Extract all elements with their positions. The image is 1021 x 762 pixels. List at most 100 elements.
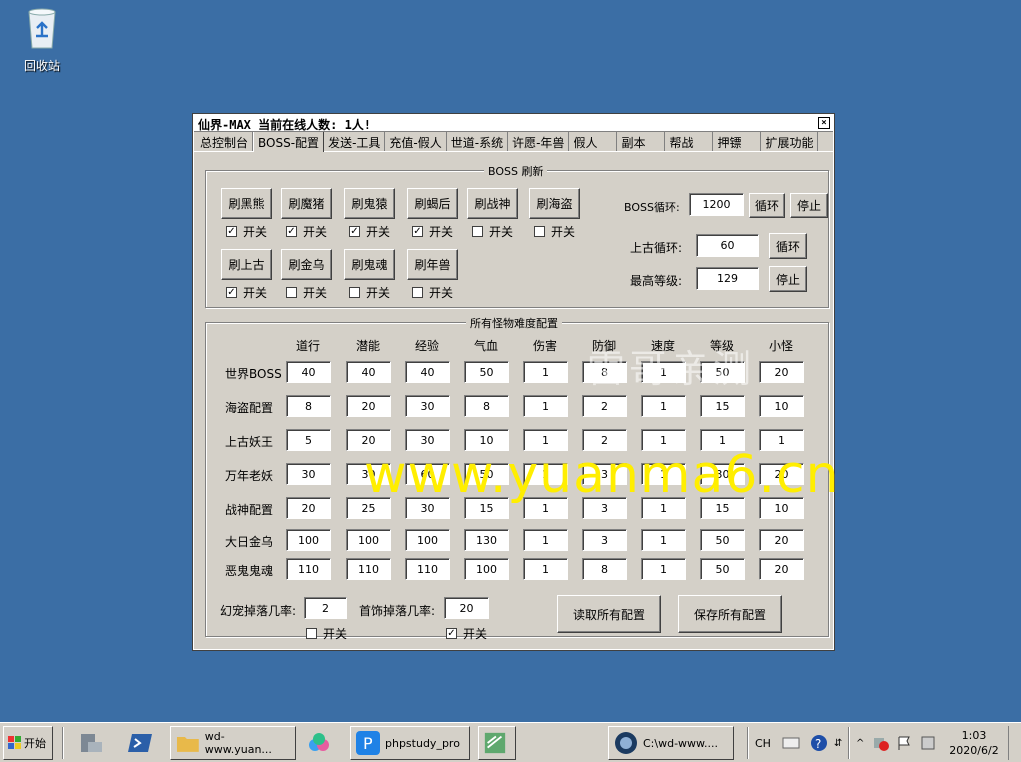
- difficulty-cell-input[interactable]: 20: [346, 395, 391, 417]
- tab-send-tools[interactable]: 发送-工具: [324, 132, 386, 151]
- show-desktop-button[interactable]: [1008, 726, 1018, 760]
- black-bear-toggle[interactable]: ✓ 开关: [226, 223, 267, 240]
- tab-wish-beast[interactable]: 许愿-年兽: [508, 132, 570, 151]
- tab-console[interactable]: 总控制台: [196, 132, 254, 151]
- difficulty-cell-input[interactable]: 2: [582, 395, 627, 417]
- difficulty-cell-input[interactable]: 10: [759, 395, 804, 417]
- spawn-year-beast-button[interactable]: 刷年兽: [407, 249, 458, 280]
- tab-dungeon[interactable]: 副本: [617, 132, 666, 151]
- pirate-toggle[interactable]: 开关: [534, 223, 575, 240]
- spawn-ghost-soul-button[interactable]: 刷鬼魂: [344, 249, 395, 280]
- spawn-demon-pig-button[interactable]: 刷魔猪: [281, 188, 332, 219]
- difficulty-cell-input[interactable]: 100: [346, 529, 391, 551]
- difficulty-cell-input[interactable]: 20: [759, 529, 804, 551]
- spawn-golden-crow-button[interactable]: 刷金乌: [281, 249, 332, 280]
- spawn-ghost-ape-button[interactable]: 刷鬼猿: [344, 188, 395, 219]
- spawn-pirate-button[interactable]: 刷海盗: [529, 188, 580, 219]
- golden-crow-toggle[interactable]: 开关: [286, 284, 327, 301]
- spawn-war-god-button[interactable]: 刷战神: [467, 188, 518, 219]
- difficulty-cell-input[interactable]: 40: [346, 361, 391, 383]
- tab-bots[interactable]: 假人: [569, 132, 618, 151]
- tab-recharge-bots[interactable]: 充值-假人: [385, 132, 447, 151]
- difficulty-cell-input[interactable]: 110: [286, 558, 331, 580]
- year-beast-toggle[interactable]: 开关: [412, 284, 453, 301]
- recycle-bin-shortcut[interactable]: 回收站: [14, 6, 70, 74]
- start-button[interactable]: 开始: [3, 726, 53, 760]
- network-error-icon[interactable]: [872, 726, 890, 760]
- powershell-launcher[interactable]: [128, 726, 158, 760]
- difficulty-cell-input[interactable]: 100: [464, 558, 509, 580]
- difficulty-cell-input[interactable]: 1: [523, 361, 568, 383]
- difficulty-cell-input[interactable]: 110: [346, 558, 391, 580]
- system-tray-icon[interactable]: [920, 726, 936, 760]
- max-level-stop-button[interactable]: 停止: [769, 266, 807, 292]
- difficulty-cell-input[interactable]: 1: [523, 558, 568, 580]
- tab-extensions[interactable]: 扩展功能: [761, 132, 819, 151]
- server-manager-launcher[interactable]: [78, 726, 108, 760]
- pet-drop-toggle[interactable]: 开关: [306, 625, 347, 642]
- difficulty-cell-input[interactable]: 100: [405, 529, 450, 551]
- show-hidden-icons-chevron[interactable]: ^: [856, 726, 864, 760]
- boss-loop-input[interactable]: 1200: [689, 193, 744, 216]
- difficulty-cell-input[interactable]: 30: [286, 463, 331, 485]
- ancient-toggle[interactable]: ✓ 开关: [226, 284, 267, 301]
- ancient-loop-button[interactable]: 循环: [769, 233, 807, 259]
- tab-world-system[interactable]: 世道-系统: [447, 132, 509, 151]
- difficulty-cell-input[interactable]: 5: [286, 429, 331, 451]
- cloud-app-launcher[interactable]: [306, 726, 336, 760]
- ghost-ape-toggle[interactable]: ✓ 开关: [349, 223, 390, 240]
- difficulty-cell-input[interactable]: 50: [464, 361, 509, 383]
- spawn-scorpion-queen-button[interactable]: 刷蝎后: [407, 188, 458, 219]
- difficulty-cell-input[interactable]: 15: [700, 395, 745, 417]
- scorpion-queen-toggle[interactable]: ✓ 开关: [412, 223, 453, 240]
- spawn-ancient-button[interactable]: 刷上古: [221, 249, 272, 280]
- difficulty-cell-input[interactable]: 40: [405, 361, 450, 383]
- difficulty-cell-input[interactable]: 1: [641, 529, 686, 551]
- tab-boss-config[interactable]: BOSS-配置: [253, 131, 325, 152]
- max-level-input[interactable]: 129: [696, 267, 759, 290]
- spawn-black-bear-button[interactable]: 刷黑熊: [221, 188, 272, 219]
- difficulty-cell-input[interactable]: 8: [582, 558, 627, 580]
- demon-pig-toggle[interactable]: ✓ 开关: [286, 223, 327, 240]
- difficulty-cell-input[interactable]: 1: [523, 529, 568, 551]
- difficulty-cell-input[interactable]: 50: [700, 558, 745, 580]
- war-god-toggle[interactable]: 开关: [472, 223, 513, 240]
- server-app-task[interactable]: [478, 726, 516, 760]
- input-options-icon[interactable]: ⇵: [834, 726, 842, 760]
- keyboard-icon[interactable]: [782, 726, 800, 760]
- jewelry-drop-input[interactable]: 20: [444, 597, 489, 619]
- difficulty-cell-input[interactable]: 20: [286, 497, 331, 519]
- boss-loop-button[interactable]: 循环: [749, 193, 785, 218]
- difficulty-cell-input[interactable]: 50: [700, 529, 745, 551]
- jewelry-drop-toggle[interactable]: ✓ 开关: [446, 625, 487, 642]
- phpstudy-task[interactable]: P phpstudy_pro: [350, 726, 470, 760]
- boss-stop-button[interactable]: 停止: [790, 193, 828, 218]
- ghost-soul-toggle[interactable]: 开关: [349, 284, 390, 301]
- save-all-config-button[interactable]: 保存所有配置: [678, 595, 782, 633]
- language-indicator[interactable]: CH: [755, 726, 771, 760]
- difficulty-cell-input[interactable]: 40: [286, 361, 331, 383]
- ancient-loop-input[interactable]: 60: [696, 234, 759, 257]
- difficulty-cell-input[interactable]: 1: [641, 558, 686, 580]
- action-center-flag-icon[interactable]: [896, 726, 912, 760]
- difficulty-cell-input[interactable]: 130: [464, 529, 509, 551]
- explorer-task[interactable]: wd-www.yuan...: [170, 726, 296, 760]
- difficulty-cell-input[interactable]: 3: [582, 529, 627, 551]
- difficulty-cell-input[interactable]: 100: [286, 529, 331, 551]
- difficulty-cell-input[interactable]: 1: [523, 395, 568, 417]
- tab-escort[interactable]: 押镖: [713, 132, 762, 151]
- console-task[interactable]: C:\wd-www....: [608, 726, 734, 760]
- difficulty-cell-input[interactable]: 20: [759, 361, 804, 383]
- pet-drop-input[interactable]: 2: [304, 597, 347, 619]
- difficulty-cell-input[interactable]: 110: [405, 558, 450, 580]
- read-all-config-button[interactable]: 读取所有配置: [557, 595, 661, 633]
- tab-guild-war[interactable]: 帮战: [665, 132, 714, 151]
- difficulty-cell-input[interactable]: 30: [405, 395, 450, 417]
- difficulty-cell-input[interactable]: 1: [641, 395, 686, 417]
- window-titlebar[interactable]: 仙界-MAX 当前在线人数: 1人! ×: [194, 115, 833, 132]
- difficulty-cell-input[interactable]: 8: [286, 395, 331, 417]
- clock[interactable]: 1:03 2020/6/2: [944, 726, 1004, 760]
- help-icon[interactable]: ?: [810, 726, 828, 760]
- difficulty-cell-input[interactable]: 20: [759, 558, 804, 580]
- close-button[interactable]: ×: [818, 117, 830, 129]
